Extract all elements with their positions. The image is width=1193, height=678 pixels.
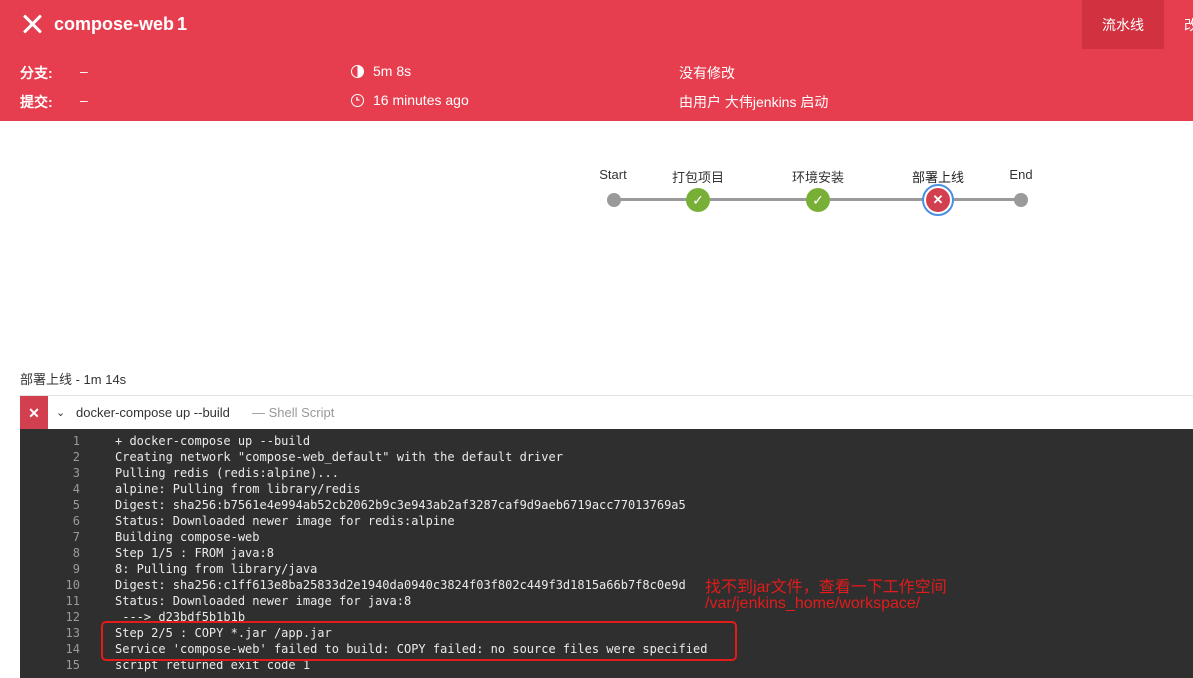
log-text: Status: Downloaded newer image for java:…	[115, 594, 412, 608]
line-number: 6	[72, 514, 80, 528]
changes-text: 没有修改	[679, 65, 735, 81]
clock-icon	[351, 94, 364, 107]
stage-label-package[interactable]: 打包项目	[672, 167, 724, 186]
failed-icon: ✕	[926, 188, 950, 212]
close-icon[interactable]	[20, 12, 44, 36]
log-text: Pulling redis (redis:alpine)...	[115, 466, 339, 480]
log-line: 9 8: Pulling from library/java	[20, 561, 1193, 577]
line-number: 12	[65, 610, 80, 624]
end-node	[1014, 193, 1028, 207]
line-number: 9	[72, 562, 80, 576]
log-line: 11 Status: Downloaded newer image for jav…	[20, 593, 1193, 609]
time-ago: 16 minutes ago	[373, 92, 469, 108]
run-meta: 分支: – 提交: – 5m 8s 16 minutes ago 没有修改 由用…	[0, 49, 1193, 121]
line-number: 7	[72, 530, 80, 544]
stage-heading: 部署上线 - 1m 14s	[20, 372, 127, 387]
log-line: 6 Status: Downloaded newer image for redi…	[20, 513, 1193, 529]
step-failed-icon: ✕	[20, 396, 48, 430]
line-number: 15	[65, 658, 80, 672]
log-text: 8: Pulling from library/java	[115, 562, 318, 576]
tab-pipeline[interactable]: 流水线	[1082, 0, 1164, 49]
annotation-line-2: /var/jenkins_home/workspace/	[705, 595, 921, 612]
job-name: compose-web	[54, 14, 175, 34]
line-number: 2	[72, 450, 80, 464]
stage-node-package[interactable]: ✓	[686, 188, 710, 212]
step-row[interactable]: ✕ ⌄ docker-compose up --build — Shell Sc…	[20, 395, 1193, 430]
line-number: 14	[65, 642, 80, 656]
start-node	[607, 193, 621, 207]
stage-node-deploy[interactable]: ✕	[922, 184, 954, 216]
chevron-down-icon[interactable]: ⌄	[56, 406, 65, 419]
line-number: 3	[72, 466, 80, 480]
log-text: + docker-compose up --build	[115, 434, 311, 448]
line-number: 4	[72, 482, 80, 496]
log-line: 3 Pulling redis (redis:alpine)...	[20, 465, 1193, 481]
log-text: Building compose-web	[115, 530, 260, 544]
line-number: 8	[72, 546, 80, 560]
check-icon: ✓	[812, 191, 824, 208]
log-line: 8 Step 1/5 : FROM java:8	[20, 545, 1193, 561]
branch-value: –	[80, 63, 88, 79]
stage-label-env-install[interactable]: 环境安装	[792, 167, 844, 186]
stage-label-end: End	[1009, 167, 1033, 182]
step-name: docker-compose up --build	[76, 405, 230, 420]
tab-changes[interactable]: 改	[1184, 0, 1193, 49]
check-icon: ✓	[692, 191, 704, 208]
run-number: 1	[177, 14, 188, 34]
log-text: Digest: sha256:b7561e4e994ab52cb2062b9c3…	[115, 498, 686, 512]
line-number: 1	[72, 434, 80, 448]
log-line: 1 + docker-compose up --build	[20, 433, 1193, 449]
log-text: alpine: Pulling from library/redis	[115, 482, 361, 496]
stage-node-env-install[interactable]: ✓	[806, 188, 830, 212]
annotation-line-1: 找不到jar文件，查看一下工作空间	[705, 579, 947, 596]
commit-label: 提交:	[20, 94, 53, 110]
duration-icon	[351, 65, 364, 78]
commit-value: –	[80, 92, 88, 108]
log-text: Step 1/5 : FROM java:8	[115, 546, 274, 560]
log-line: 5 Digest: sha256:b7561e4e994ab52cb2062b9c…	[20, 497, 1193, 513]
line-number: 11	[65, 594, 80, 608]
log-text: Status: Downloaded newer image for redis…	[115, 514, 455, 528]
line-number: 10	[65, 578, 80, 592]
log-line: 7 Building compose-web	[20, 529, 1193, 545]
log-line: 2 Creating network "compose-web_default" …	[20, 449, 1193, 465]
line-number: 5	[72, 498, 80, 512]
log-line: 10 Digest: sha256:c1ff613e8ba25833d2e1940…	[20, 577, 1193, 593]
stage-label-start: Start	[599, 167, 627, 182]
error-highlight-box	[101, 621, 737, 661]
top-bar: compose-web 1 流水线 改	[0, 0, 1193, 49]
step-type: — Shell Script	[252, 405, 335, 420]
log-text: Creating network "compose-web_default" w…	[115, 450, 563, 464]
line-number: 13	[65, 626, 80, 640]
started-by: 由用户 大伟jenkins 启动	[679, 94, 829, 110]
log-line: 4 alpine: Pulling from library/redis	[20, 481, 1193, 497]
log-text: Digest: sha256:c1ff613e8ba25833d2e1940da…	[115, 578, 686, 592]
branch-label: 分支:	[20, 65, 53, 81]
duration: 5m 8s	[373, 63, 412, 79]
